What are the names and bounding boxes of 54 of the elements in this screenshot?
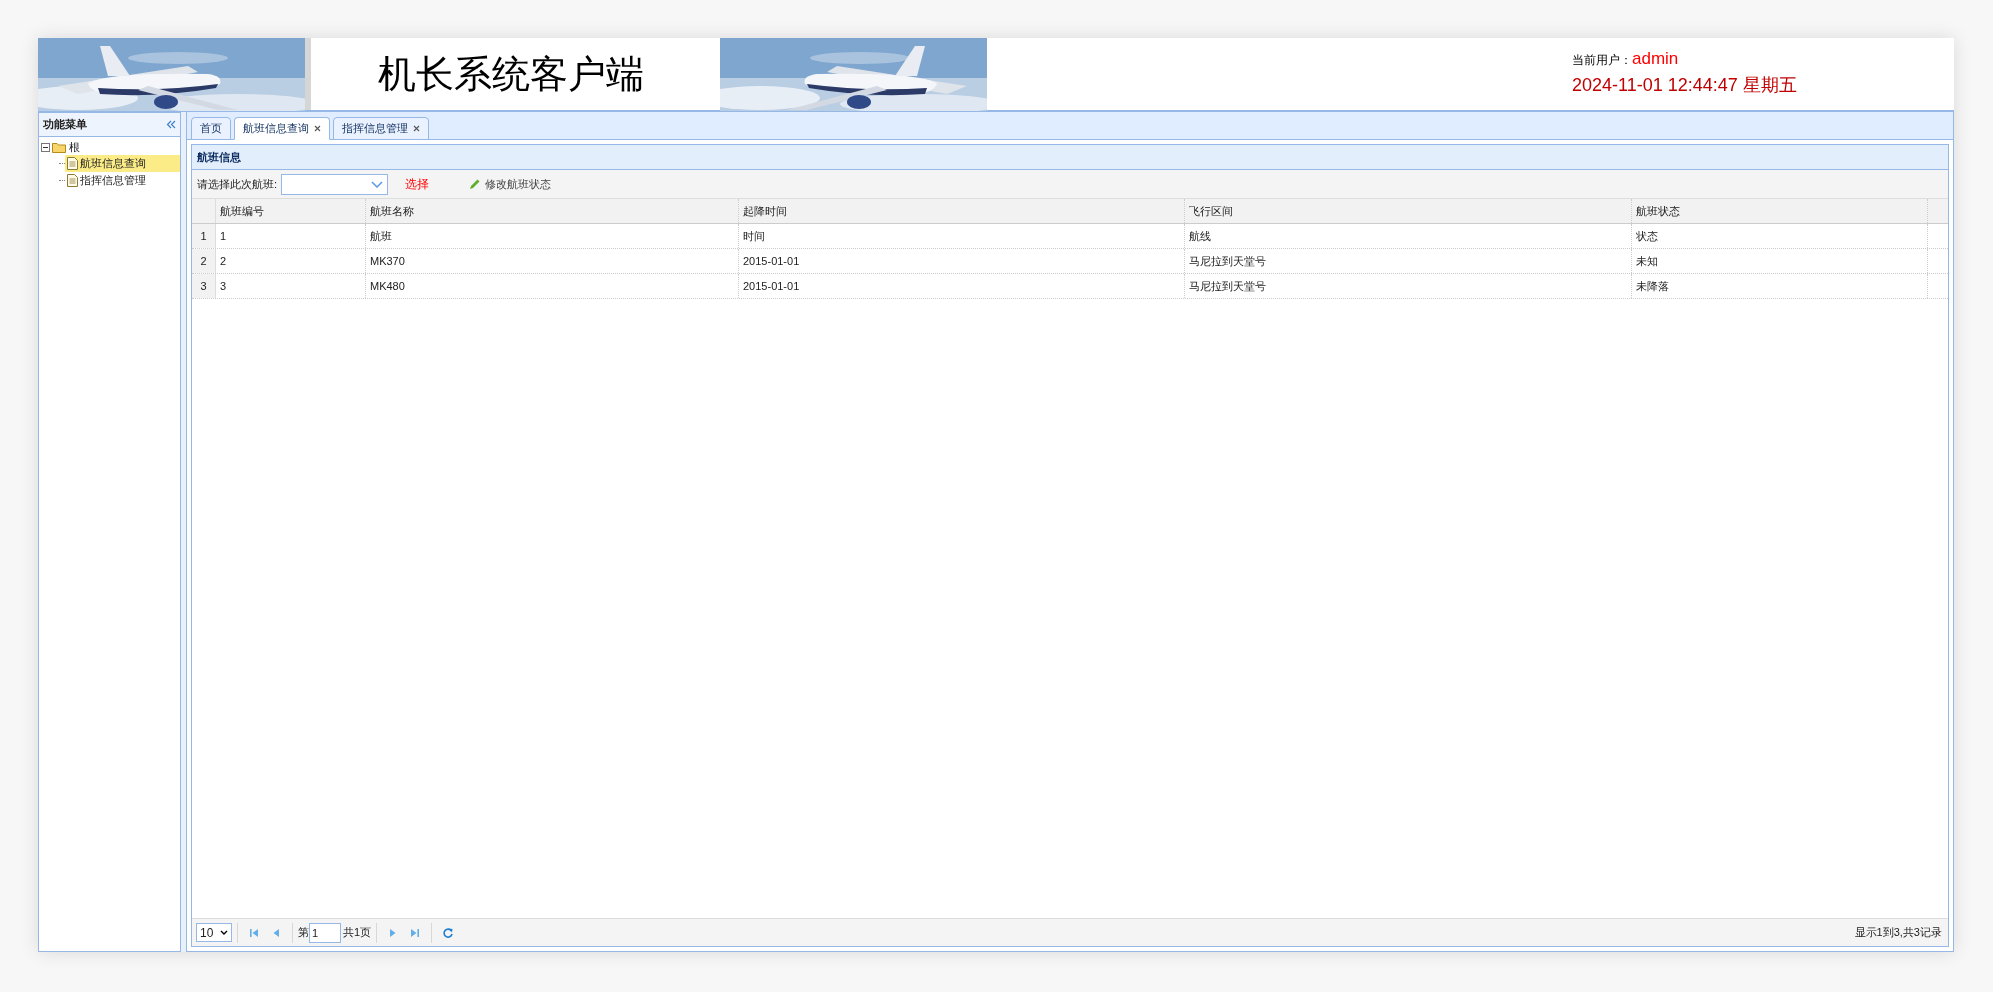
table-cell: 2015-01-01 [739, 249, 1185, 273]
close-icon[interactable] [413, 125, 420, 132]
column-header[interactable]: 飞行区间 [1185, 199, 1632, 223]
column-header[interactable]: 航班编号 [216, 199, 366, 223]
document-icon [67, 174, 78, 187]
user-name: admin [1632, 48, 1679, 70]
page-size-select[interactable]: 10 [196, 923, 232, 942]
sidebar-title: 功能菜单 [43, 117, 87, 133]
tab[interactable]: 航班信息查询 [234, 117, 330, 140]
collapse-icon[interactable] [166, 120, 176, 129]
table-cell: 时间 [739, 224, 1185, 248]
document-icon [67, 157, 78, 170]
collapse-node-icon[interactable] [41, 142, 50, 152]
table-cell: 1 [216, 224, 366, 248]
app-title: 机长系统客户端 [378, 51, 644, 97]
tree-item[interactable]: 指挥信息管理 [65, 172, 180, 189]
table-cell: 2 [216, 249, 366, 273]
column-header[interactable]: 航班名称 [366, 199, 739, 223]
pencil-icon [469, 178, 482, 190]
table-cell: 未知 [1632, 249, 1928, 273]
table-cell: 未降落 [1632, 274, 1928, 298]
folder-icon [52, 141, 67, 153]
page-total: 共1页 [343, 925, 372, 941]
tree-item[interactable]: 根 [69, 138, 80, 156]
tree-item[interactable]: 航班信息查询 [65, 155, 180, 172]
filter-label: 请选择此次航班: [197, 176, 278, 192]
table-cell: 马尼拉到天堂号 [1185, 249, 1632, 273]
table-cell: 状态 [1632, 224, 1928, 248]
table-cell: MK370 [366, 249, 739, 273]
table-cell: MK480 [366, 274, 739, 298]
table-cell: 航线 [1185, 224, 1632, 248]
table-cell: 马尼拉到天堂号 [1185, 274, 1632, 298]
column-header[interactable]: 航班状态 [1632, 199, 1928, 223]
edit-status-button[interactable]: 修改航班状态 [469, 175, 552, 193]
row-number: 3 [192, 274, 216, 298]
row-number: 2 [192, 249, 216, 273]
panel-title: 航班信息 [197, 149, 241, 165]
tab[interactable]: 首页 [191, 117, 231, 140]
user-label: 当前用户： [1572, 52, 1632, 69]
chevron-down-icon [220, 930, 228, 935]
chevron-down-icon [371, 180, 384, 188]
column-header[interactable]: 起降时间 [739, 199, 1185, 223]
page-input[interactable]: 1 [309, 922, 341, 943]
tab[interactable]: 指挥信息管理 [333, 117, 429, 140]
close-icon[interactable] [314, 125, 321, 132]
page-prefix: 第 [298, 925, 309, 941]
record-summary: 显示1到3,共3记录 [1854, 925, 1942, 941]
date-time: 2024-11-01 12:44:47 星期五 [1572, 73, 1798, 97]
flight-dropdown[interactable] [281, 173, 389, 195]
row-number: 1 [192, 224, 216, 248]
select-link[interactable]: 选择 [405, 175, 430, 193]
table-cell: 3 [216, 274, 366, 298]
table-cell: 2015-01-01 [739, 274, 1185, 298]
table-cell: 航班 [366, 224, 739, 248]
